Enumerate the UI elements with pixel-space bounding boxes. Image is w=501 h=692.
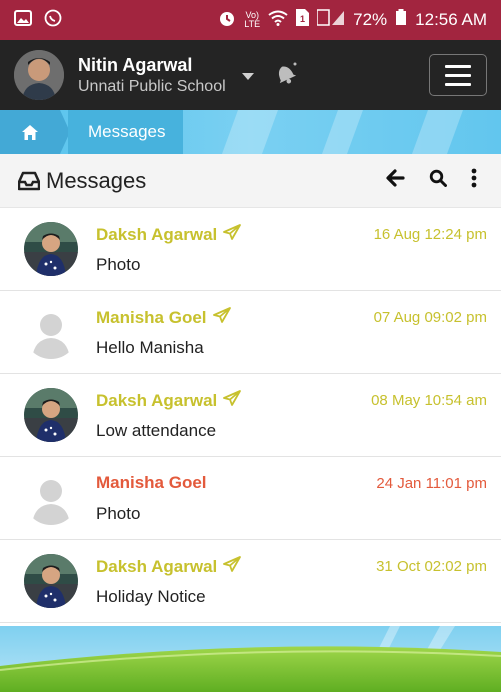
notification-bell-icon[interactable] [270, 58, 300, 93]
message-list: Daksh Agarwal Photo 16 Aug 12:24 pm Manisha… [0, 208, 501, 623]
sender-avatar-placeholder [24, 471, 78, 525]
sender-name: Manisha Goel [96, 473, 207, 493]
sent-paper-plane-icon [212, 307, 231, 328]
message-time: 08 May 10:54 am [371, 392, 487, 409]
breadcrumb: Messages [0, 110, 501, 154]
page-title: Messages [46, 167, 147, 193]
home-icon [22, 124, 38, 140]
message-time: 07 Aug 09:02 pm [373, 309, 487, 326]
chevron-down-icon[interactable] [241, 72, 254, 80]
signal-icon [316, 9, 345, 31]
breadcrumb-current: Messages [68, 110, 184, 154]
sender-name-text: Manisha Goel [96, 473, 207, 492]
status-bar: Vo) LTE 1 72% 12:56 AM [0, 0, 501, 40]
gallery-icon [14, 9, 32, 31]
sent-paper-plane-icon [223, 224, 242, 245]
sender-name: Daksh Agarwal [96, 224, 242, 245]
message-subject: Holiday Notice [96, 587, 206, 606]
message-subject: Photo [96, 255, 141, 274]
sender-name-text: Manisha Goel [96, 307, 207, 327]
hamburger-menu-icon [445, 64, 471, 68]
sender-name-text: Daksh Agarwal [96, 390, 218, 410]
message-row[interactable]: Manisha Goel Hello Manisha 07 Aug 09:02 pm [0, 291, 501, 374]
sender-avatar-photo [24, 222, 78, 276]
more-vertical-icon[interactable] [471, 168, 477, 193]
school-name: Unnati Public School [78, 77, 226, 95]
message-row[interactable]: Manisha Goel Photo 24 Jan 11:01 pm [0, 457, 501, 540]
user-avatar[interactable] [14, 50, 64, 100]
battery-icon [395, 9, 407, 31]
status-time: 12:56 AM [415, 10, 487, 29]
wifi-icon [268, 10, 288, 31]
app-header: Nitin Agarwal Unnati Public School [0, 40, 501, 110]
message-time: 31 Oct 02:02 pm [376, 558, 487, 575]
sim-icon: 1 [296, 9, 310, 31]
message-subject: Low attendance [96, 421, 217, 440]
sender-avatar-photo [24, 554, 78, 608]
page-header: Messages [0, 154, 501, 208]
svg-text:1: 1 [300, 14, 305, 24]
sender-name: Manisha Goel [96, 307, 231, 328]
alarm-icon [218, 9, 236, 32]
message-row[interactable]: Daksh Agarwal Photo 16 Aug 12:24 pm [0, 208, 501, 291]
footer-background [0, 626, 501, 692]
sender-name: Daksh Agarwal [96, 390, 242, 411]
hamburger-menu-button[interactable] [429, 54, 487, 96]
inbox-icon [18, 171, 40, 190]
message-subject: Hello Manisha [96, 338, 204, 357]
breadcrumb-home[interactable] [0, 110, 60, 154]
sender-avatar-placeholder [24, 305, 78, 359]
message-time: 24 Jan 11:01 pm [376, 475, 487, 492]
whatsapp-icon [44, 9, 62, 32]
search-icon[interactable] [429, 169, 447, 192]
sent-paper-plane-icon [223, 556, 242, 577]
sender-name: Daksh Agarwal [96, 556, 242, 577]
message-row[interactable]: Daksh Agarwal Low attendance 08 May 10:54 … [0, 374, 501, 457]
sender-name-text: Daksh Agarwal [96, 556, 218, 576]
sender-name-text: Daksh Agarwal [96, 224, 218, 244]
sender-avatar-photo [24, 388, 78, 442]
user-name: Nitin Agarwal [78, 54, 193, 75]
sent-paper-plane-icon [223, 390, 242, 411]
message-subject: Photo [96, 504, 141, 523]
volte-icon: Vo) LTE [244, 10, 261, 29]
back-arrow-icon[interactable] [385, 169, 405, 192]
battery-percentage: 72% [353, 10, 388, 29]
message-row[interactable]: Daksh Agarwal Holiday Notice 31 Oct 02:02 … [0, 540, 501, 623]
message-time: 16 Aug 12:24 pm [373, 226, 487, 243]
